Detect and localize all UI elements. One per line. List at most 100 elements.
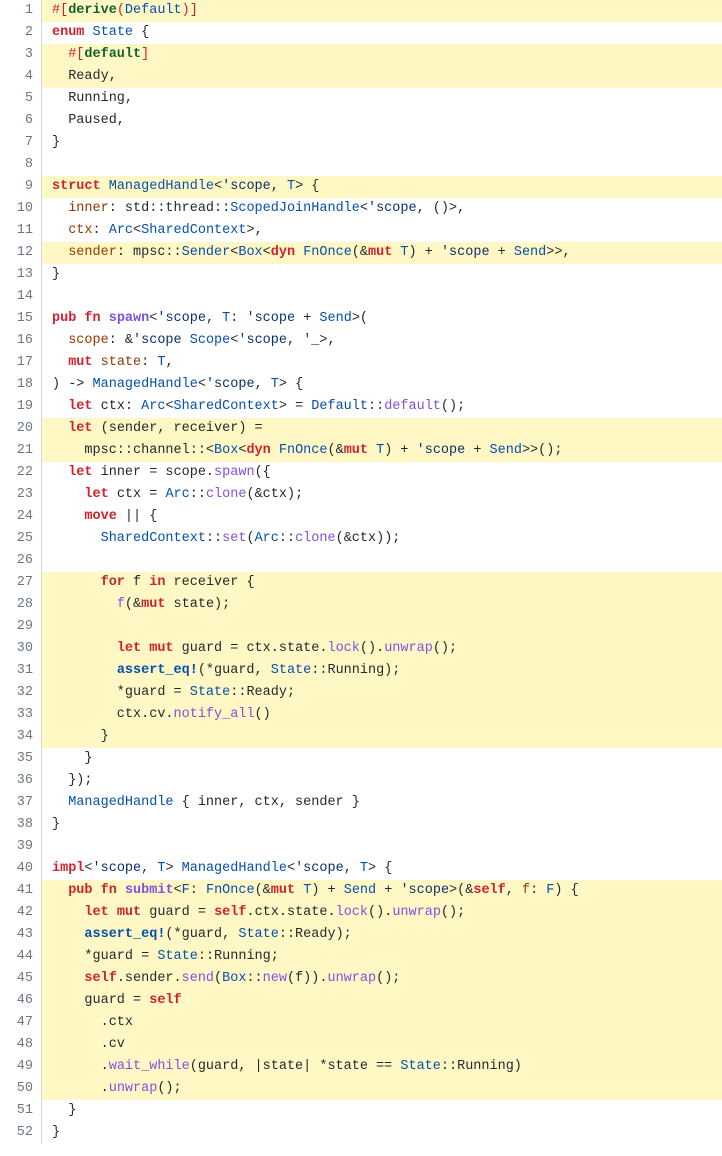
- code-token: ManagedHandle: [93, 377, 198, 392]
- code-line: let ctx = Arc::clone(&ctx);: [42, 484, 722, 506]
- code-token: [52, 795, 68, 810]
- line-number: 21: [0, 440, 33, 462]
- code-line: ctx.cv.notify_all(): [42, 704, 722, 726]
- code-token: <: [198, 377, 206, 392]
- code-line: mut state: T,: [42, 352, 722, 374]
- code-token: sender: [68, 245, 117, 260]
- code-token: [368, 443, 376, 458]
- code-token: [295, 883, 303, 898]
- line-number: 5: [0, 88, 33, 110]
- code-token: >(: [352, 311, 368, 326]
- code-token: .ctx.state.: [246, 905, 335, 920]
- code-token: [52, 663, 117, 678]
- code-token: Send: [319, 311, 351, 326]
- code-token: [52, 47, 68, 62]
- code-token: }: [52, 1125, 60, 1140]
- code-token: (&ctx));: [336, 531, 401, 546]
- code-token: :: [230, 311, 246, 326]
- code-token: [52, 927, 84, 942]
- code-token: [52, 905, 84, 920]
- code-token: for: [101, 575, 125, 590]
- line-number: 43: [0, 924, 33, 946]
- code-token: ManagedHandle: [109, 179, 214, 194]
- code-token: <: [84, 861, 92, 876]
- code-token: [93, 355, 101, 370]
- code-token: Ready,: [52, 69, 117, 84]
- code-token: clone: [206, 487, 247, 502]
- code-token: scope: [68, 333, 109, 348]
- code-token: in: [149, 575, 165, 590]
- code-token: pub: [52, 311, 76, 326]
- code-token: Scope: [190, 333, 231, 348]
- line-number: 46: [0, 990, 33, 1012]
- line-number: 12: [0, 242, 33, 264]
- code-token: state: [101, 355, 142, 370]
- code-token: : std::thread::: [109, 201, 231, 216]
- code-token: { inner, ctx, sender }: [174, 795, 360, 810]
- line-number: 37: [0, 792, 33, 814]
- line-number: 52: [0, 1122, 33, 1144]
- code-line: for f in receiver {: [42, 572, 722, 594]
- code-token: SharedContext: [141, 223, 246, 238]
- code-token: <: [133, 223, 141, 238]
- code-token: ,: [344, 861, 360, 876]
- code-token: (&: [327, 443, 343, 458]
- code-token: ) ->: [52, 377, 93, 392]
- code-content[interactable]: #[derive(Default)]enum State { #[default…: [42, 0, 722, 1144]
- code-line: move || {: [42, 506, 722, 528]
- code-line: [42, 616, 722, 638]
- code-token: T: [287, 179, 295, 194]
- code-token: :: [141, 355, 157, 370]
- code-token: SharedContext: [101, 531, 206, 546]
- code-token: ::Running): [441, 1059, 522, 1074]
- code-token: inner = scope.: [93, 465, 215, 480]
- code-token: [52, 355, 68, 370]
- code-token: Send: [514, 245, 546, 260]
- line-number: 27: [0, 572, 33, 594]
- code-token: :: [93, 223, 109, 238]
- line-number: 15: [0, 308, 33, 330]
- code-token: self: [473, 883, 505, 898]
- code-token: }: [52, 751, 93, 766]
- code-token: {: [133, 25, 149, 40]
- code-token: lock: [327, 641, 359, 656]
- code-token: set: [222, 531, 246, 546]
- code-line: let (sender, receiver) =: [42, 418, 722, 440]
- code-token: (&: [125, 597, 141, 612]
- code-token: >>();: [522, 443, 563, 458]
- code-line: f(&mut state);: [42, 594, 722, 616]
- code-token: ManagedHandle: [182, 861, 287, 876]
- code-token: (: [246, 531, 254, 546]
- line-number: 16: [0, 330, 33, 352]
- line-number: 41: [0, 880, 33, 902]
- code-line: pub fn spawn<'scope, T: 'scope + Send>(: [42, 308, 722, 330]
- code-token: .: [52, 1081, 109, 1096]
- code-line: }: [42, 726, 722, 748]
- code-token: Box: [238, 245, 262, 260]
- line-number: 50: [0, 1078, 33, 1100]
- code-token: Sender: [182, 245, 231, 260]
- code-token: ();: [441, 905, 465, 920]
- code-token: [52, 597, 117, 612]
- code-token: }: [52, 817, 60, 832]
- code-token: State: [93, 25, 134, 40]
- code-line: });: [42, 770, 722, 792]
- code-line: *guard = State::Ready;: [42, 682, 722, 704]
- code-line: struct ManagedHandle<'scope, T> {: [42, 176, 722, 198]
- code-line: }: [42, 814, 722, 836]
- code-token: > {: [279, 377, 303, 392]
- code-token: >: [165, 861, 181, 876]
- code-line: .unwrap();: [42, 1078, 722, 1100]
- line-number: 8: [0, 154, 33, 176]
- code-token: self: [149, 993, 181, 1008]
- code-block: 1234567891011121314151617181920212223242…: [0, 0, 722, 1144]
- code-token: spawn: [214, 465, 255, 480]
- code-token: >(&: [449, 883, 473, 898]
- code-token: ().: [360, 641, 384, 656]
- code-token: f: [125, 575, 149, 590]
- code-line: mpsc::channel::<Box<dyn FnOnce(&mut T) +…: [42, 440, 722, 462]
- code-token: <: [263, 245, 271, 260]
- code-token: >,: [246, 223, 262, 238]
- code-token: ();: [433, 641, 457, 656]
- code-token: (sender, receiver) =: [93, 421, 263, 436]
